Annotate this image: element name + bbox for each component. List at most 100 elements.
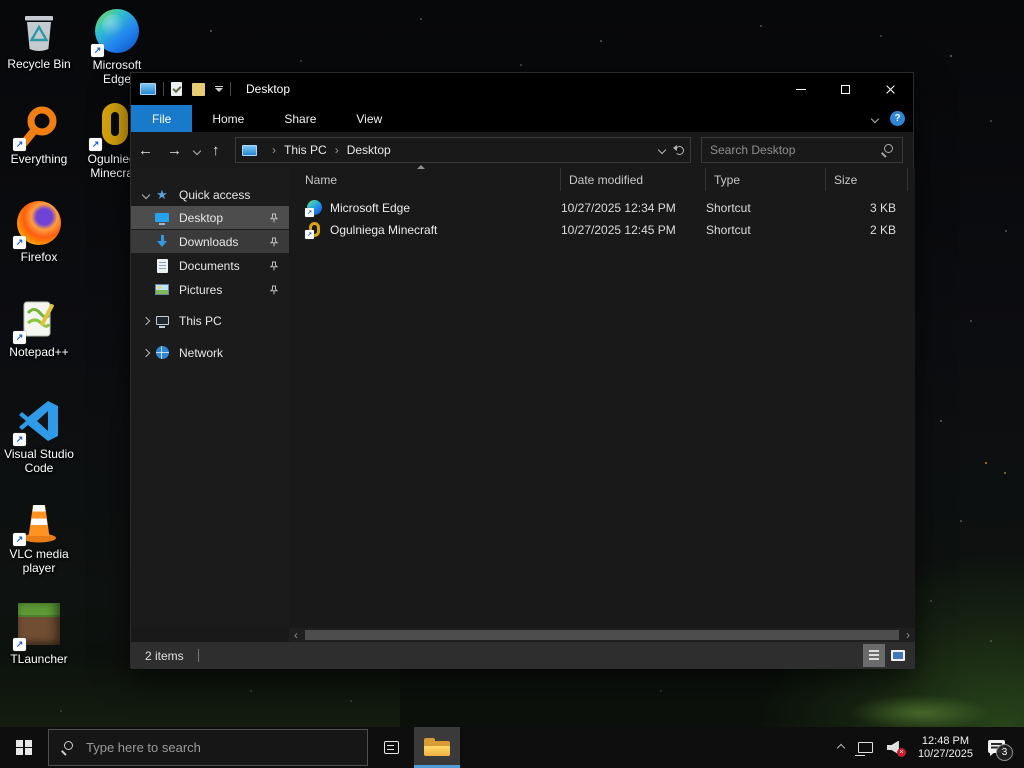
file-type: Shortcut xyxy=(706,222,751,237)
desktop-icon-label: Visual Studio Code xyxy=(4,447,74,475)
refresh-icon[interactable] xyxy=(673,144,684,155)
search-input[interactable] xyxy=(710,143,881,157)
maximize-icon xyxy=(841,84,850,94)
taskbar-search-input[interactable] xyxy=(86,740,355,755)
desktop-icon-notepadpp[interactable]: ↗ Notepad++ xyxy=(0,296,78,359)
wallpaper-stars xyxy=(0,0,2,2)
desktop-icon-label: Firefox xyxy=(20,250,58,264)
nav-this-pc[interactable]: This PC xyxy=(131,309,289,332)
tab-view[interactable]: View xyxy=(336,105,402,132)
scrollbar-thumb[interactable] xyxy=(305,630,899,640)
quick-access-star-icon: ★ xyxy=(156,186,168,202)
nav-downloads[interactable]: Downloads xyxy=(131,230,289,253)
nav-documents[interactable]: Documents xyxy=(131,254,289,277)
shortcut-arrow-icon: ↗ xyxy=(305,229,314,239)
taskbar-file-explorer-button[interactable] xyxy=(414,727,460,768)
search-box[interactable] xyxy=(701,137,903,163)
pictures-icon xyxy=(155,284,169,295)
edge-file-icon: ↗ xyxy=(305,199,323,217)
pin-icon xyxy=(269,285,279,294)
customize-quick-access-toolbar-icon[interactable] xyxy=(215,86,223,92)
desktop-icon-label: VLC media player xyxy=(9,547,69,575)
desktop-icon-tlauncher[interactable]: ↗ TLauncher xyxy=(0,601,78,666)
show-hidden-icons-button[interactable] xyxy=(831,727,851,768)
notification-count-badge: 3 xyxy=(996,744,1013,761)
nav-pictures[interactable]: Pictures xyxy=(131,278,289,301)
desktop-icon-everything[interactable]: ↗ Everything xyxy=(0,103,78,166)
nav-network[interactable]: Network xyxy=(131,341,289,364)
desktop-background: Recycle Bin ↗ Everything ↗ Firefox ↗ Not… xyxy=(0,0,1024,768)
horizontal-scrollbar[interactable]: ‹ › xyxy=(289,628,915,642)
tab-home[interactable]: Home xyxy=(192,105,264,132)
desktop-icon-recycle-bin[interactable]: Recycle Bin xyxy=(0,8,78,71)
address-dropdown-icon[interactable] xyxy=(657,145,667,155)
windows-logo-icon xyxy=(16,739,32,756)
taskbar-clock[interactable]: 12:48 PM 10/27/2025 xyxy=(910,735,981,761)
file-row-ogulniega-minecraft[interactable]: ↗ Ogulniega Minecraft 10/27/2025 12:45 P… xyxy=(289,219,915,240)
start-button[interactable] xyxy=(0,727,48,768)
details-view-icon xyxy=(869,649,879,662)
taskbar-search-box[interactable] xyxy=(48,729,368,766)
column-header-type[interactable]: Type xyxy=(706,168,826,191)
desktop-icon-label: Everything xyxy=(10,152,68,166)
details-view-button[interactable] xyxy=(863,644,885,667)
new-folder-icon[interactable] xyxy=(192,82,205,96)
column-header-name[interactable]: Name xyxy=(289,168,561,191)
firefox-icon: ↗ xyxy=(13,201,62,249)
shortcut-arrow-icon: ↗ xyxy=(13,331,26,344)
documents-icon xyxy=(156,258,168,273)
properties-icon[interactable] xyxy=(171,82,182,96)
search-icon[interactable] xyxy=(881,143,894,157)
desktop-icon-firefox[interactable]: ↗ Firefox xyxy=(0,200,78,264)
volume-icon: × xyxy=(886,740,906,757)
address-bar[interactable]: › This PC › Desktop xyxy=(235,137,691,163)
nav-desktop[interactable]: Desktop xyxy=(131,206,289,229)
shortcut-arrow-icon: ↗ xyxy=(13,433,26,446)
breadcrumb-desktop[interactable]: Desktop xyxy=(347,143,391,157)
back-button[interactable]: ← xyxy=(131,143,160,158)
tab-share[interactable]: Share xyxy=(264,105,336,132)
file-date: 10/27/2025 12:34 PM xyxy=(561,200,676,215)
desktop-icon-vlc[interactable]: ↗ VLC media player xyxy=(0,498,78,575)
network-tray-button[interactable] xyxy=(851,727,880,768)
column-header-date-modified[interactable]: Date modified xyxy=(561,168,706,191)
desktop-icon-vscode[interactable]: ↗ Visual Studio Code xyxy=(0,398,78,475)
tab-file[interactable]: File xyxy=(131,105,193,132)
file-row-microsoft-edge[interactable]: ↗ Microsoft Edge 10/27/2025 12:34 PM Sho… xyxy=(289,197,915,218)
forward-button[interactable]: → xyxy=(160,143,189,158)
taskbar: × 12:48 PM 10/27/2025 3 xyxy=(0,727,1024,768)
desktop-folder-icon xyxy=(155,213,169,225)
minimize-button[interactable] xyxy=(778,73,823,105)
scroll-left-icon[interactable]: ‹ xyxy=(289,628,303,642)
titlebar-separator xyxy=(163,82,164,96)
chevron-down-icon[interactable] xyxy=(139,190,153,199)
address-toolbar: ← → ↑ › This PC › Desktop xyxy=(131,132,913,168)
nav-quick-access[interactable]: ★ Quick access xyxy=(131,183,289,206)
clock-date: 10/27/2025 xyxy=(917,747,973,760)
clock-time: 12:48 PM xyxy=(921,734,970,747)
help-icon[interactable]: ? xyxy=(890,111,905,126)
thumbnails-view-button[interactable] xyxy=(887,644,909,667)
title-bar[interactable]: Desktop xyxy=(131,73,913,105)
scroll-right-icon[interactable]: › xyxy=(901,628,915,642)
action-center-button[interactable]: 3 xyxy=(981,727,1024,768)
chevron-right-icon[interactable] xyxy=(139,316,153,325)
thumbnails-view-icon xyxy=(891,650,905,661)
chevron-right-icon[interactable] xyxy=(139,348,153,357)
maximize-button[interactable] xyxy=(823,73,868,105)
titlebar-separator xyxy=(230,82,231,96)
up-button[interactable]: ↑ xyxy=(205,143,227,158)
volume-tray-button[interactable]: × xyxy=(880,727,910,768)
status-bar: 2 items xyxy=(131,642,915,669)
column-header-size[interactable]: Size xyxy=(826,168,908,191)
tlauncher-icon: ↗ xyxy=(13,603,62,651)
this-pc-icon xyxy=(155,316,169,328)
expand-ribbon-icon[interactable] xyxy=(870,114,880,123)
ribbon-right-controls: ? xyxy=(870,105,905,132)
close-button[interactable] xyxy=(868,73,913,105)
task-view-button[interactable] xyxy=(368,727,414,768)
recent-locations-button[interactable] xyxy=(189,143,205,157)
breadcrumb-this-pc[interactable]: This PC xyxy=(284,143,327,157)
file-name: Ogulniega Minecraft xyxy=(330,222,438,237)
desktop-icon-label: TLauncher xyxy=(10,652,68,666)
